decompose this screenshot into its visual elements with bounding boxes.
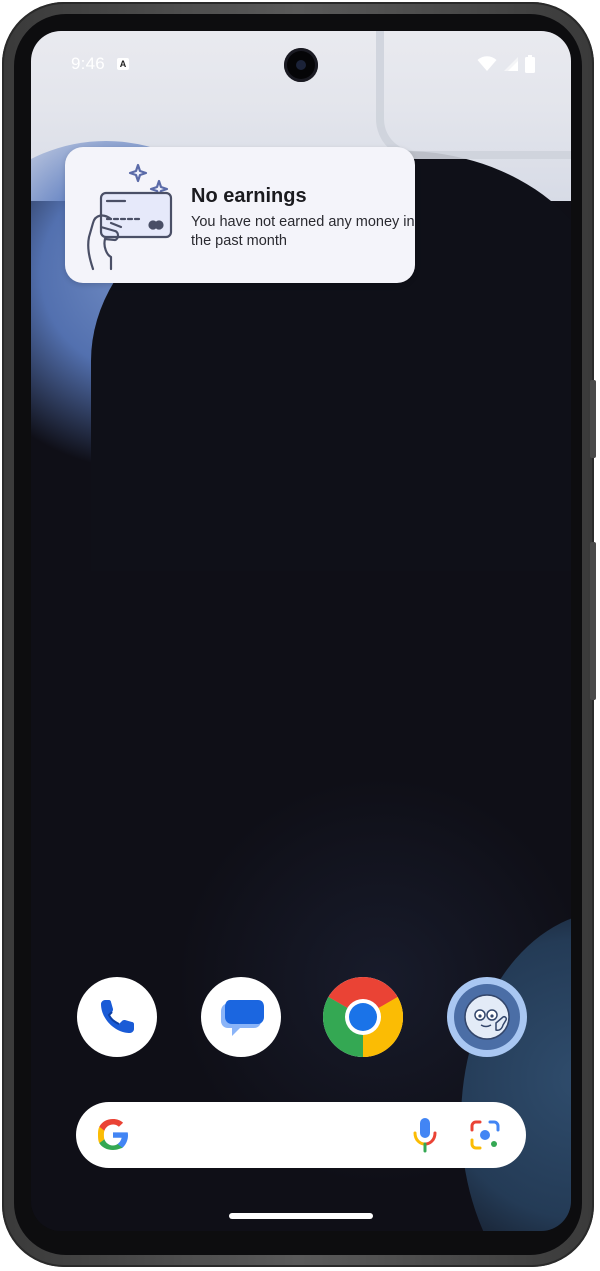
volume-button <box>590 542 596 700</box>
face-icon <box>454 984 520 1050</box>
status-icons <box>477 55 535 73</box>
widget-subtitle: You have not earned any money in the pas… <box>191 214 415 249</box>
power-button <box>590 380 596 458</box>
chrome-app-icon[interactable] <box>323 977 403 1057</box>
signal-icon <box>504 57 518 71</box>
status-time: 9:46 <box>71 54 105 73</box>
battery-icon <box>525 55 535 73</box>
earnings-widget[interactable]: No earnings You have not earned any mone… <box>65 147 415 283</box>
a-box-icon: A <box>117 58 129 70</box>
chrome-icon <box>323 977 403 1057</box>
status-bar: 9:46 A <box>31 31 571 97</box>
phone-app-icon[interactable] <box>77 977 157 1057</box>
lens-icon[interactable] <box>468 1118 502 1152</box>
device-frame: 9:46 A No earnings You have not earned a… <box>2 2 596 1267</box>
mic-icon[interactable] <box>410 1116 440 1154</box>
google-search-bar[interactable] <box>76 1102 526 1168</box>
messages-app-icon[interactable] <box>201 977 281 1057</box>
phone-icon <box>101 1000 134 1033</box>
companion-app-icon[interactable] <box>447 977 527 1057</box>
front-camera <box>284 48 318 82</box>
home-screen: 9:46 A No earnings You have not earned a… <box>31 31 571 1231</box>
widget-title: No earnings <box>191 185 307 207</box>
hand-card-icon <box>87 163 173 271</box>
google-g-icon <box>98 1119 128 1150</box>
wifi-icon <box>477 56 497 71</box>
gesture-nav-handle[interactable] <box>229 1213 373 1219</box>
messages-icon <box>221 1000 264 1036</box>
